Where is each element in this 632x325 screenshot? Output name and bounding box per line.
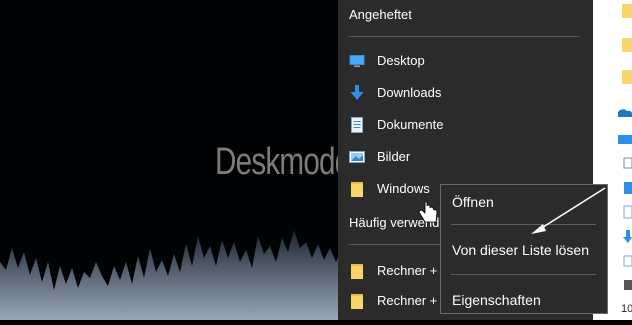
divider: [451, 274, 596, 275]
jumplist-item-label: Dokumente: [377, 117, 444, 132]
pictures-icon: [349, 151, 365, 163]
jumplist-item-downloads[interactable]: Downloads: [338, 78, 593, 108]
divider: [348, 36, 580, 37]
desktop-icon: [349, 55, 365, 67]
divider: [451, 224, 596, 225]
download-arrow-icon: [350, 85, 364, 100]
context-menu: Öffnen Von dieser Liste lösen Eigenschaf…: [440, 184, 608, 314]
menu-item-properties[interactable]: Eigenschaften: [441, 286, 607, 314]
desktop-wallpaper: Deskmodder.de: [0, 0, 340, 320]
jumplist-item-label: Rechner +: [377, 293, 438, 308]
jumplist-item-dokumente[interactable]: Dokumente: [338, 110, 593, 140]
jumplist-item-bilder[interactable]: Bilder: [338, 142, 593, 172]
jumplist-item-label: Bilder: [377, 149, 411, 164]
pinned-header: Angeheftet: [349, 7, 412, 22]
menu-item-open[interactable]: Öffnen: [441, 188, 607, 216]
frequent-header: Häufig verwende: [349, 215, 447, 230]
folder-icon: [351, 264, 363, 279]
folder-icon: [351, 294, 363, 309]
jumplist-item-desktop[interactable]: Desktop: [338, 46, 593, 76]
menu-item-label: Öffnen: [452, 194, 494, 210]
folder-icon: [351, 182, 363, 197]
jumplist-item-label: Rechner +: [377, 263, 438, 278]
watermark: Deskmodder.de: [215, 138, 340, 184]
jumplist-item-label: Downloads: [377, 85, 442, 100]
menu-item-label: Von dieser Liste lösen: [452, 242, 589, 258]
menu-item-unpin[interactable]: Von dieser Liste lösen: [441, 236, 607, 264]
jumplist-item-label: Windows: [377, 181, 430, 196]
document-icon: [351, 117, 363, 133]
menu-item-label: Eigenschaften: [452, 292, 541, 308]
status-bar-text: 101 E: [621, 303, 632, 315]
jumplist-item-label: Desktop: [377, 53, 425, 68]
